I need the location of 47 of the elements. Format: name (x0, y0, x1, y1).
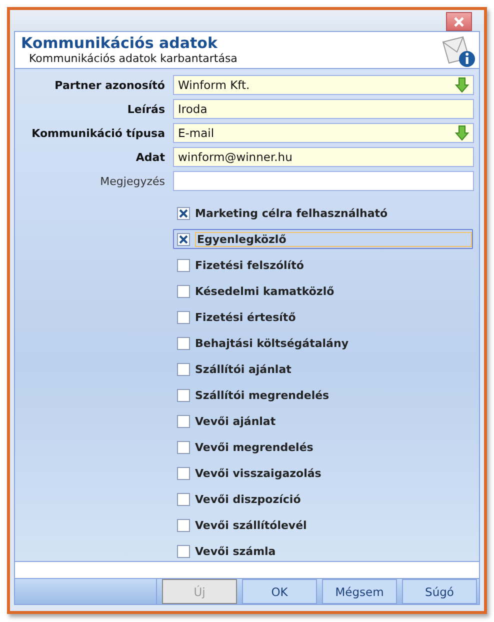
checkbox-label: Vevői szállítólevél (195, 518, 307, 532)
checkbox-label: Vevői diszpozíció (195, 492, 301, 506)
field-label: Megjegyzés (99, 174, 165, 188)
close-icon (454, 16, 464, 26)
input-field[interactable]: Iroda (173, 99, 474, 119)
checkbox-label: Késedelmi kamatközlő (195, 284, 334, 298)
checkbox-label: Marketing célra felhasználható (195, 206, 388, 220)
checkbox[interactable] (177, 492, 190, 506)
dropdown-field[interactable]: Winform Kft. (173, 75, 474, 95)
checkbox[interactable] (177, 518, 190, 532)
field-label: Adat (134, 150, 165, 164)
checkbox[interactable] (177, 206, 190, 220)
checkbox-label: Fizetési felszólító (195, 258, 304, 272)
checkbox-label: Vevői megrendelés (195, 440, 314, 454)
checkbox-label: Vevői számla (195, 544, 276, 558)
dialog-button[interactable]: Mégsem (322, 579, 397, 604)
dialog-button[interactable]: OK (242, 579, 317, 604)
checkbox[interactable] (177, 258, 190, 272)
checkbox[interactable] (177, 388, 190, 402)
checkbox-label: Fizetési értesítő (195, 310, 296, 324)
input-field[interactable]: winform@winner.hu (173, 147, 474, 167)
field-label: Leírás (126, 102, 165, 116)
checkbox-label: Szállítói megrendelés (195, 388, 330, 402)
checkbox[interactable] (177, 362, 190, 376)
input-field[interactable] (173, 171, 474, 191)
checkbox-label: Egyenlegközlő (195, 232, 472, 246)
checkbox[interactable] (177, 544, 190, 558)
checkbox-label: Szállítói ajánlat (195, 362, 292, 376)
close-button[interactable] (446, 12, 472, 31)
field-label: Partner azonosító (54, 78, 165, 92)
checkbox[interactable] (177, 284, 190, 298)
checkbox[interactable] (177, 414, 190, 428)
down-arrow-icon (455, 77, 469, 93)
checkbox-label: Behajtási költségátalány (195, 336, 348, 350)
checkbox[interactable] (177, 310, 190, 324)
dropdown-field[interactable]: E-mail (173, 123, 474, 143)
field-label: Kommunikáció típusa (30, 126, 165, 140)
checkbox[interactable] (177, 232, 190, 246)
down-arrow-icon (455, 125, 469, 141)
checkbox-label: Vevői ajánlat (195, 414, 276, 428)
checkbox[interactable] (177, 336, 190, 350)
checkbox[interactable] (177, 440, 190, 454)
dialog-subtitle: Kommunikációs adatok karbantartása (28, 52, 238, 66)
dialog-title: Kommunikációs adatok (21, 34, 218, 52)
dialog-button[interactable]: Súgó (402, 579, 477, 604)
checkbox[interactable] (177, 466, 190, 480)
checkbox-label: Vevői visszaigazolás (195, 466, 322, 480)
